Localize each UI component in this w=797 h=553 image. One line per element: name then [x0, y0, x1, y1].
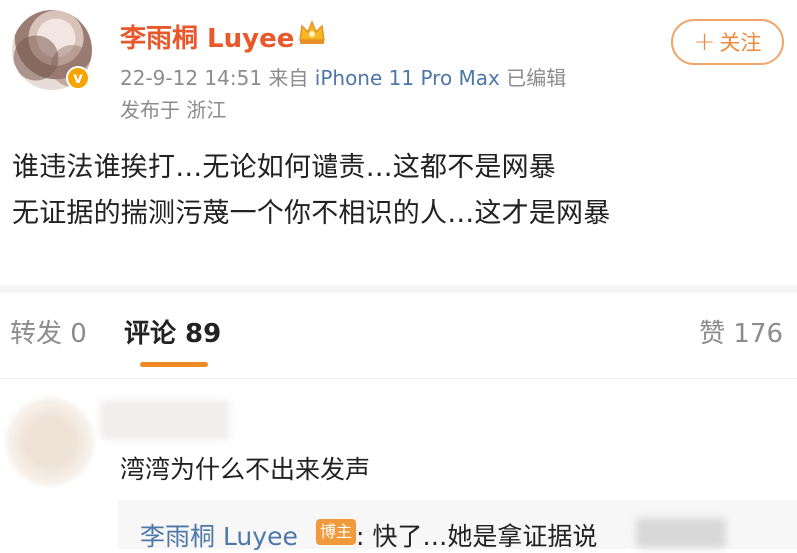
- device-link[interactable]: iPhone 11 Pro Max: [315, 66, 500, 90]
- reply-text-blurred: [636, 518, 726, 548]
- follow-button[interactable]: + 关注: [671, 19, 784, 65]
- tab-like[interactable]: 赞 176: [699, 313, 783, 350]
- verified-badge-icon: v: [66, 66, 90, 90]
- source-prefix: 来自: [268, 66, 309, 90]
- plus-icon: +: [693, 27, 716, 57]
- active-tab-indicator: [140, 362, 208, 367]
- post-text-line-1: 谁违法谁挨打…无论如何谴责…这都不是网暴: [12, 152, 556, 183]
- section-divider: [0, 285, 797, 293]
- post-text-line-2: 无证据的揣测污蔑一个你不相识的人…这才是网暴: [12, 198, 611, 229]
- reply-author-name[interactable]: 李雨桐 Luyee: [140, 517, 298, 553]
- reply-text: : 快了…她是拿证据说: [356, 522, 598, 551]
- crown-icon: [299, 19, 325, 44]
- follow-label: 关注: [719, 31, 762, 55]
- post-location: 发布于 浙江: [120, 98, 227, 122]
- tabs-divider: [0, 378, 797, 379]
- author-name[interactable]: 李雨桐 Luyee: [120, 18, 294, 55]
- comment-text: 湾湾为什么不出来发声: [120, 455, 371, 484]
- tab-comment[interactable]: 评论 89: [124, 313, 221, 350]
- post-meta: 22-9-12 14:51 来自 iPhone 11 Pro Max 已编辑: [120, 62, 566, 91]
- edited-label[interactable]: 已编辑: [506, 66, 566, 90]
- post-time: 22-9-12 14:51: [120, 66, 263, 90]
- commenter-avatar[interactable]: [6, 398, 94, 486]
- commenter-name-blurred: [100, 400, 230, 440]
- tab-repost[interactable]: 转发 0: [10, 313, 87, 350]
- author-badge: 博主: [316, 519, 357, 545]
